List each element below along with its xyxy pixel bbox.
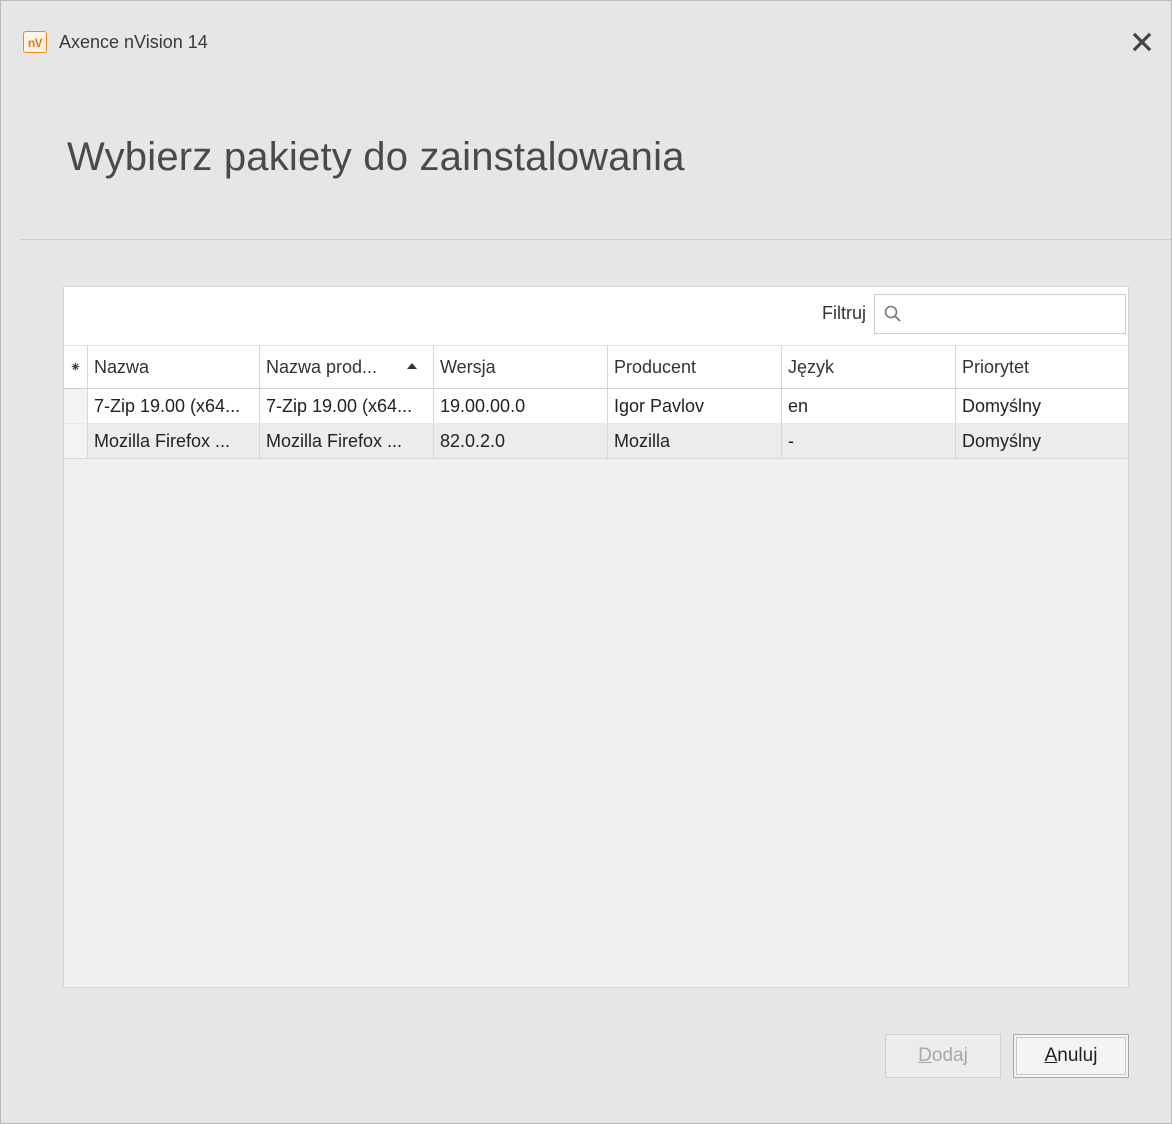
table-cell[interactable]: 82.0.2.0 [434, 424, 608, 458]
window-title: Axence nVision 14 [59, 32, 208, 52]
cancel-button[interactable]: Anuluj [1013, 1034, 1129, 1078]
column-header-label: Nazwa prod... [266, 356, 378, 377]
filter-field[interactable] [874, 294, 1126, 334]
row-indicator[interactable] [64, 424, 88, 458]
table-cell[interactable]: Mozilla Firefox ... [88, 424, 260, 458]
cancel-button-label: Anuluj [1044, 1045, 1098, 1066]
column-header-priority[interactable]: Priorytet [956, 346, 1128, 388]
search-icon [884, 305, 901, 322]
header-divider [19, 239, 1171, 240]
column-header-producer[interactable]: Producent [608, 346, 782, 388]
title-bar: nV Axence nVision 14 [1, 1, 1171, 85]
column-header-label: Priorytet [962, 356, 1030, 377]
table-cell[interactable]: Domyślny [956, 424, 1128, 458]
row-indicator-header[interactable]: ⁕ [64, 346, 88, 388]
close-button[interactable] [1127, 27, 1157, 57]
table-cell[interactable]: - [782, 424, 956, 458]
table-cell[interactable]: 7-Zip 19.00 (x64... [88, 389, 260, 423]
table-cell[interactable]: 7-Zip 19.00 (x64... [260, 389, 434, 423]
table-cell[interactable]: Domyślny [956, 389, 1128, 423]
page-title: Wybierz pakiety do zainstalowania [67, 135, 685, 179]
table-row[interactable]: Mozilla Firefox ... Mozilla Firefox ... … [64, 424, 1128, 459]
column-header-label: Wersja [440, 356, 496, 377]
package-panel: Filtruj ⁕ Nazwa Nazwa prod... Wersja Pro… [63, 286, 1129, 988]
app-logo: nV [23, 31, 47, 53]
packages-grid: ⁕ Nazwa Nazwa prod... Wersja Producent J… [64, 345, 1128, 459]
dialog-window: nV Axence nVision 14 Wybierz pakiety do … [0, 0, 1172, 1124]
add-button[interactable]: Dodaj [885, 1034, 1001, 1078]
filter-bar: Filtruj [64, 287, 1128, 345]
table-row[interactable]: 7-Zip 19.00 (x64... 7-Zip 19.00 (x64... … [64, 389, 1128, 424]
column-header-name[interactable]: Nazwa [88, 346, 260, 388]
table-cell[interactable]: Mozilla [608, 424, 782, 458]
column-header-product-name[interactable]: Nazwa prod... [260, 346, 434, 388]
table-cell[interactable]: en [782, 389, 956, 423]
sort-ascending-icon [407, 363, 417, 369]
table-cell[interactable]: Mozilla Firefox ... [260, 424, 434, 458]
add-button-label: Dodaj [918, 1045, 968, 1066]
table-cell[interactable]: Igor Pavlov [608, 389, 782, 423]
column-header-label: Język [788, 356, 835, 377]
filter-label: Filtruj [822, 303, 866, 323]
column-header-label: Producent [614, 356, 697, 377]
grid-header: ⁕ Nazwa Nazwa prod... Wersja Producent J… [64, 345, 1128, 389]
row-indicator[interactable] [64, 389, 88, 423]
column-header-version[interactable]: Wersja [434, 346, 608, 388]
asterisk-icon: ⁕ [69, 358, 82, 375]
close-icon [1132, 32, 1152, 52]
column-header-label: Nazwa [94, 356, 150, 377]
table-cell[interactable]: 19.00.00.0 [434, 389, 608, 423]
column-header-language[interactable]: Język [782, 346, 956, 388]
filter-input[interactable] [907, 299, 1121, 331]
